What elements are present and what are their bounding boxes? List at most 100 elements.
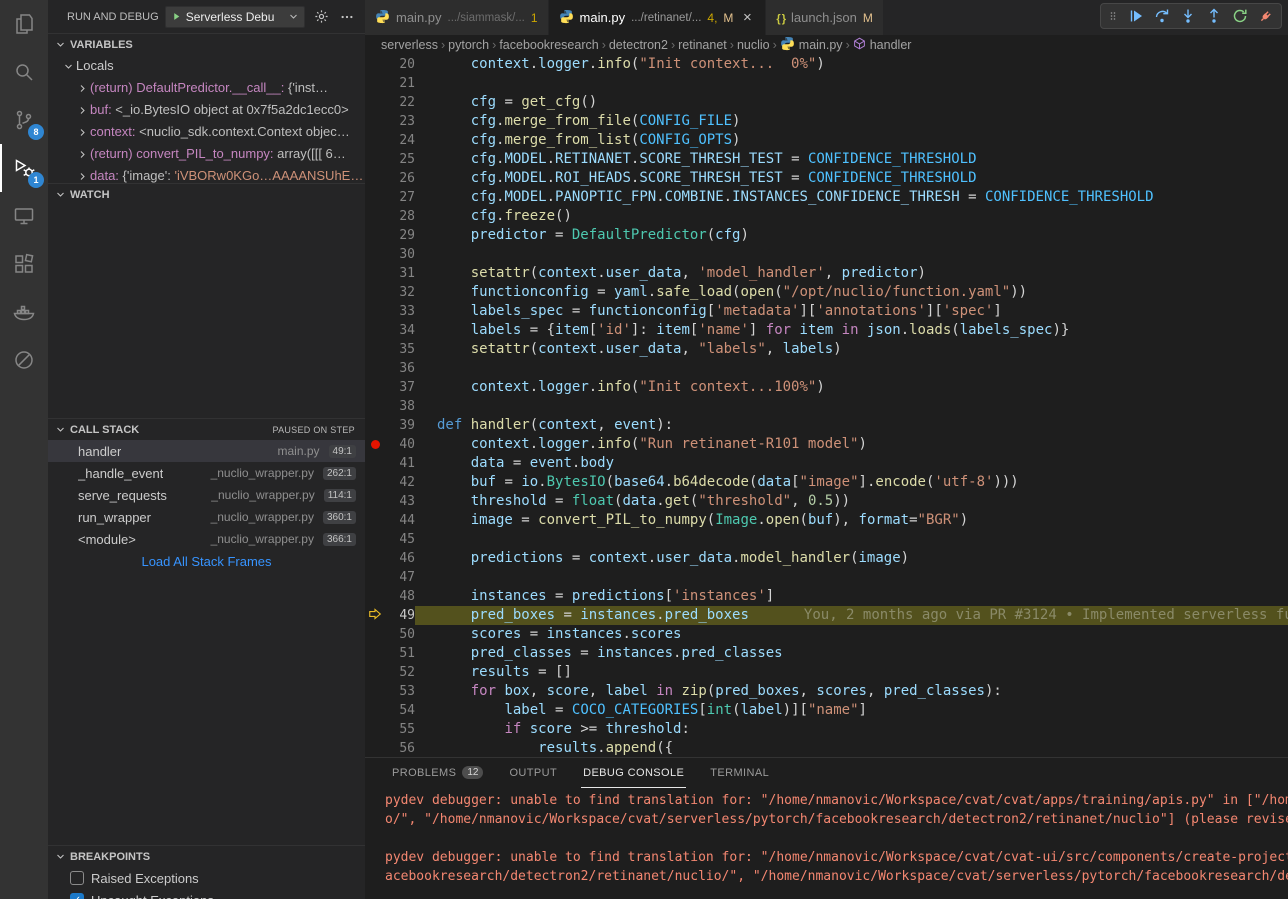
gutter-margin[interactable] — [365, 625, 385, 644]
gutter-margin[interactable] — [365, 720, 385, 739]
code-editor[interactable]: 20 context.logger.info("Init context... … — [365, 55, 1288, 757]
code-line-20[interactable]: 20 context.logger.info("Init context... … — [365, 55, 1288, 74]
code-line-40[interactable]: 40 context.logger.info("Run retinanet-R1… — [365, 435, 1288, 454]
gutter-margin[interactable] — [365, 416, 385, 435]
load-all-stack-frames-link[interactable]: Load All Stack Frames — [48, 550, 365, 574]
gutter-margin[interactable] — [365, 131, 385, 150]
step-over-button[interactable] — [1153, 6, 1171, 26]
gutter-margin[interactable] — [365, 587, 385, 606]
activitybar-circle-tool[interactable] — [0, 336, 48, 384]
variable-row[interactable]: (return) convert_PIL_to_numpy: array([[[… — [48, 143, 365, 165]
code-line-33[interactable]: 33 labels_spec = functionconfig['metadat… — [365, 302, 1288, 321]
code-line-56[interactable]: 56 results.append({ — [365, 739, 1288, 757]
gutter-margin[interactable] — [365, 397, 385, 416]
gutter-margin[interactable] — [365, 207, 385, 226]
gutter-margin[interactable] — [365, 530, 385, 549]
editor-tab-main-py-retinanet[interactable]: main.py.../retinanet/...4,M× — [549, 0, 766, 35]
panel-tab-debug-console[interactable]: DEBUG CONSOLE — [581, 758, 686, 788]
breadcrumb-item-detectron2[interactable]: detectron2 — [609, 38, 668, 52]
gutter-margin[interactable] — [365, 169, 385, 188]
code-line-39[interactable]: 39def handler(context, event): — [365, 416, 1288, 435]
code-line-53[interactable]: 53 for box, score, label in zip(pred_box… — [365, 682, 1288, 701]
code-line-30[interactable]: 30 — [365, 245, 1288, 264]
gear-icon[interactable] — [311, 9, 331, 24]
code-line-22[interactable]: 22 cfg = get_cfg() — [365, 93, 1288, 112]
breakpoint-row[interactable]: ✓Uncaught Exceptions — [48, 889, 365, 899]
code-line-41[interactable]: 41 data = event.body — [365, 454, 1288, 473]
code-line-42[interactable]: 42 buf = io.BytesIO(base64.b64decode(dat… — [365, 473, 1288, 492]
variable-row[interactable]: (return) DefaultPredictor.__call__: {'in… — [48, 77, 365, 99]
code-line-31[interactable]: 31 setattr(context.user_data, 'model_han… — [365, 264, 1288, 283]
gutter-margin[interactable] — [365, 302, 385, 321]
activitybar-explorer[interactable] — [0, 0, 48, 48]
code-line-46[interactable]: 46 predictions = context.user_data.model… — [365, 549, 1288, 568]
gutter-margin[interactable] — [365, 568, 385, 587]
code-line-47[interactable]: 47 — [365, 568, 1288, 587]
gutter-margin[interactable] — [365, 359, 385, 378]
variable-row[interactable]: data: {'image': 'iVBORw0KGo…AAAANSUhE… — [48, 165, 365, 183]
breadcrumb-item-handler[interactable]: handler — [853, 37, 912, 53]
gutter-margin[interactable] — [365, 378, 385, 397]
gutter-margin[interactable] — [365, 264, 385, 283]
code-line-45[interactable]: 45 — [365, 530, 1288, 549]
panel-tab-problems[interactable]: PROBLEMS12 — [390, 758, 485, 788]
debug-console-output[interactable]: pydev debugger: unable to find translati… — [365, 788, 1288, 899]
tab-close-icon[interactable]: × — [739, 9, 755, 26]
code-line-24[interactable]: 24 cfg.merge_from_list(CONFIG_OPTS) — [365, 131, 1288, 150]
activitybar-run-and-debug[interactable]: 1 — [0, 144, 48, 192]
gutter-margin[interactable] — [365, 93, 385, 112]
breadcrumb-item-pytorch[interactable]: pytorch — [448, 38, 489, 52]
editor-tab-launch-json[interactable]: { }launch.jsonM — [766, 0, 882, 35]
gutter-margin[interactable] — [365, 226, 385, 245]
gutter-margin[interactable] — [365, 682, 385, 701]
breadcrumb-item-main-py[interactable]: main.py — [780, 36, 843, 54]
activitybar-source-control[interactable]: 8 — [0, 96, 48, 144]
debug-config-dropdown[interactable]: Serverless Debu — [165, 6, 305, 28]
code-line-34[interactable]: 34 labels = {item['id']: item['name'] fo… — [365, 321, 1288, 340]
panel-tab-terminal[interactable]: TERMINAL — [708, 758, 771, 788]
code-line-54[interactable]: 54 label = COCO_CATEGORIES[int(label)]["… — [365, 701, 1288, 720]
more-actions-icon[interactable] — [337, 10, 357, 24]
activitybar-docker[interactable] — [0, 288, 48, 336]
code-line-55[interactable]: 55 if score >= threshold: — [365, 720, 1288, 739]
disconnect-button[interactable] — [1257, 6, 1275, 26]
gutter-margin[interactable] — [365, 340, 385, 359]
code-line-25[interactable]: 25 cfg.MODEL.RETINANET.SCORE_THRESH_TEST… — [365, 150, 1288, 169]
callstack-frame[interactable]: serve_requests_nuclio_wrapper.py114:1 — [48, 484, 365, 506]
continue-button[interactable] — [1127, 6, 1145, 26]
callstack-frame[interactable]: run_wrapper_nuclio_wrapper.py360:1 — [48, 506, 365, 528]
code-line-44[interactable]: 44 image = convert_PIL_to_numpy(Image.op… — [365, 511, 1288, 530]
variable-row[interactable]: buf: <_io.BytesIO object at 0x7f5a2dc1ec… — [48, 99, 365, 121]
breakpoint-row[interactable]: Raised Exceptions — [48, 867, 365, 889]
editor-tab-main-py-siammask[interactable]: main.py.../siammask/...1 — [365, 0, 548, 35]
breakpoint-icon[interactable] — [371, 440, 380, 449]
breadcrumb-item-facebookresearch[interactable]: facebookresearch — [499, 38, 598, 52]
activitybar-extensions[interactable] — [0, 240, 48, 288]
code-line-29[interactable]: 29 predictor = DefaultPredictor(cfg) — [365, 226, 1288, 245]
gutter-margin[interactable] — [365, 549, 385, 568]
gutter-margin[interactable] — [365, 435, 385, 454]
code-line-27[interactable]: 27 cfg.MODEL.PANOPTIC_FPN.COMBINE.INSTAN… — [365, 188, 1288, 207]
callstack-frame[interactable]: _handle_event_nuclio_wrapper.py262:1 — [48, 462, 365, 484]
code-line-37[interactable]: 37 context.logger.info("Init context...1… — [365, 378, 1288, 397]
code-line-26[interactable]: 26 cfg.MODEL.ROI_HEADS.SCORE_THRESH_TEST… — [365, 169, 1288, 188]
step-out-button[interactable] — [1205, 6, 1223, 26]
drag-handle-button[interactable] — [1107, 6, 1119, 26]
gutter-margin[interactable] — [365, 245, 385, 264]
gutter-margin[interactable] — [365, 55, 385, 74]
code-line-52[interactable]: 52 results = [] — [365, 663, 1288, 682]
gutter-margin[interactable] — [365, 511, 385, 530]
gutter-margin[interactable] — [365, 739, 385, 757]
code-line-48[interactable]: 48 instances = predictions['instances'] — [365, 587, 1288, 606]
gutter-margin[interactable] — [365, 644, 385, 663]
gutter-margin[interactable] — [365, 112, 385, 131]
gutter-margin[interactable] — [365, 150, 385, 169]
gutter-margin[interactable] — [365, 606, 385, 625]
code-line-51[interactable]: 51 pred_classes = instances.pred_classes — [365, 644, 1288, 663]
code-line-35[interactable]: 35 setattr(context.user_data, "labels", … — [365, 340, 1288, 359]
checkbox-unchecked[interactable] — [70, 871, 84, 885]
activitybar-search[interactable] — [0, 48, 48, 96]
step-into-button[interactable] — [1179, 6, 1197, 26]
code-line-32[interactable]: 32 functionconfig = yaml.safe_load(open(… — [365, 283, 1288, 302]
gutter-margin[interactable] — [365, 701, 385, 720]
